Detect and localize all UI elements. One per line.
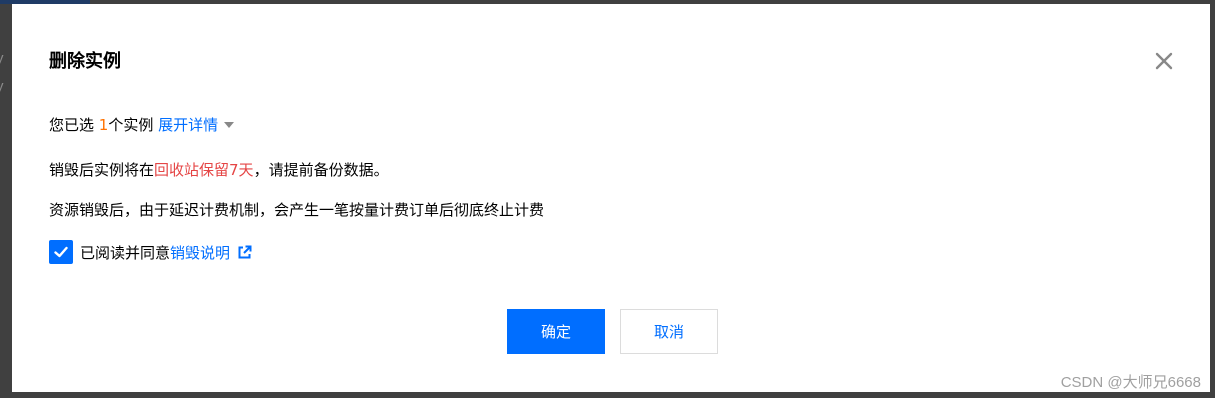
warning-suffix: ，请提前备份数据。 — [253, 161, 389, 179]
external-link-icon[interactable] — [237, 245, 252, 260]
dialog-title: 删除实例 — [49, 51, 121, 72]
agreement-checkbox[interactable] — [49, 240, 73, 264]
selected-count: 1 — [98, 116, 109, 134]
cancel-button[interactable]: 取消 — [620, 309, 718, 354]
selected-instances-line: 您已选 1个实例 展开详情 — [49, 114, 235, 135]
background-text-fragment: y — [0, 50, 4, 67]
selected-suffix: 个实例 — [108, 116, 159, 134]
agreement-label: 已阅读并同意 — [80, 243, 171, 262]
caret-down-icon[interactable] — [224, 121, 235, 128]
warning-highlight: 回收站保留7天 — [154, 161, 254, 179]
agreement-row: 已阅读并同意 销毁说明 — [49, 240, 252, 264]
warning-prefix: 销毁后实例将在 — [49, 161, 155, 179]
retention-warning: 销毁后实例将在回收站保留7天，请提前备份数据。 — [49, 159, 389, 180]
background-text-fragment: y — [0, 78, 4, 95]
billing-note: 资源销毁后，由于延迟计费机制，会产生一笔按量计费订单后彻底终止计费 — [49, 201, 545, 219]
expand-details-link[interactable]: 展开详情 — [158, 116, 218, 134]
destroy-instructions-link[interactable]: 销毁说明 — [170, 242, 230, 263]
checkmark-icon — [54, 246, 68, 258]
delete-instance-dialog: 删除实例 您已选 1个实例 展开详情 销毁后实例将在回收站保留7天，请提前备份数… — [12, 4, 1210, 392]
close-icon[interactable] — [1152, 49, 1176, 73]
watermark: CSDN @大师兄6668 — [1060, 374, 1201, 391]
confirm-button[interactable]: 确定 — [507, 309, 605, 354]
selected-prefix: 您已选 — [49, 116, 99, 134]
